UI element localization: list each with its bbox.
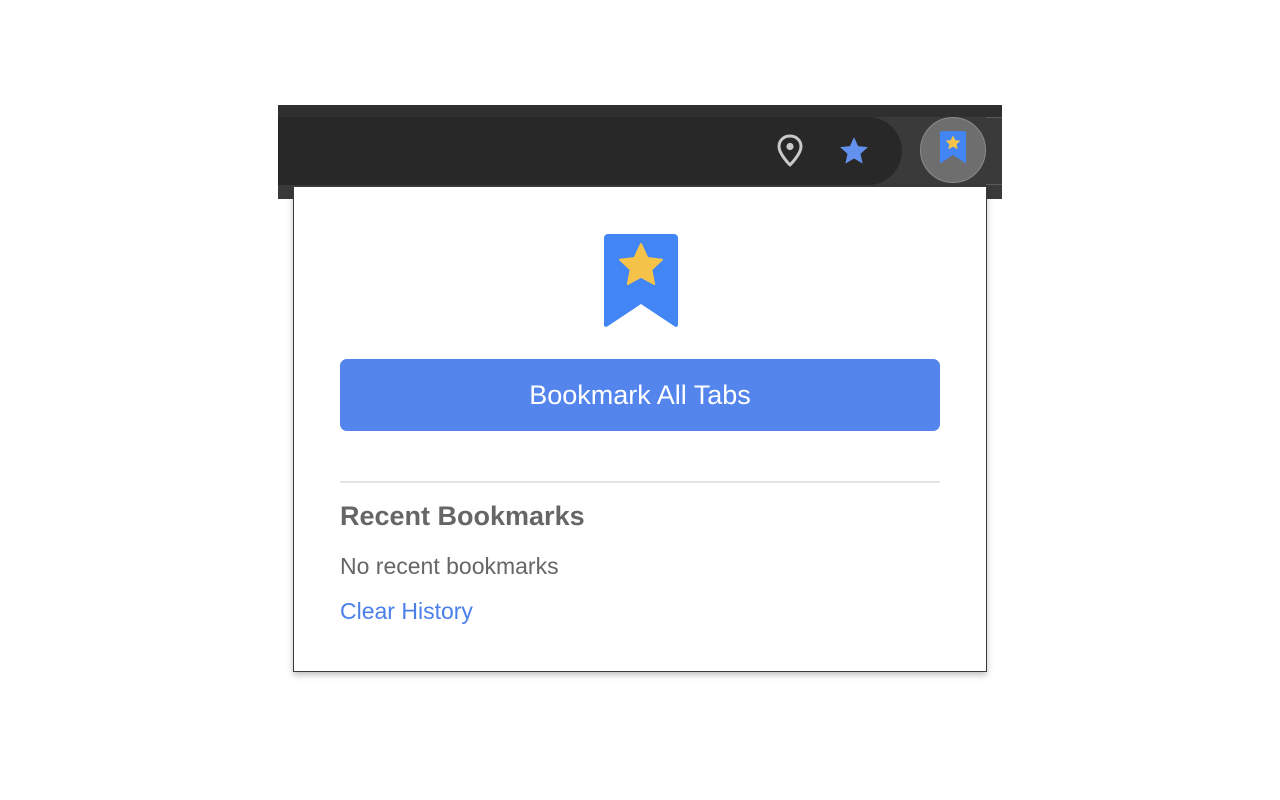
screen: Bookmark All Tabs Recent Bookmarks No re…	[0, 0, 1280, 800]
omnibox[interactable]	[278, 117, 902, 185]
toolbar-edge	[986, 117, 1002, 185]
clear-history-link[interactable]: Clear History	[340, 598, 473, 625]
location-pin-icon[interactable]	[770, 131, 810, 171]
browser-toolbar	[278, 105, 1002, 199]
bookmark-ribbon-icon	[940, 130, 966, 170]
bookmark-ribbon-icon	[604, 234, 678, 330]
empty-state-message: No recent bookmarks	[340, 553, 559, 579]
bookmark-all-tabs-button[interactable]: Bookmark All Tabs	[340, 359, 940, 431]
recent-bookmarks-heading: Recent Bookmarks	[340, 501, 585, 531]
star-icon[interactable]	[834, 131, 874, 171]
divider	[340, 481, 940, 483]
tab-strip	[278, 105, 1002, 117]
extension-popup: Bookmark All Tabs Recent Bookmarks No re…	[293, 186, 987, 672]
extension-button[interactable]	[920, 117, 986, 183]
